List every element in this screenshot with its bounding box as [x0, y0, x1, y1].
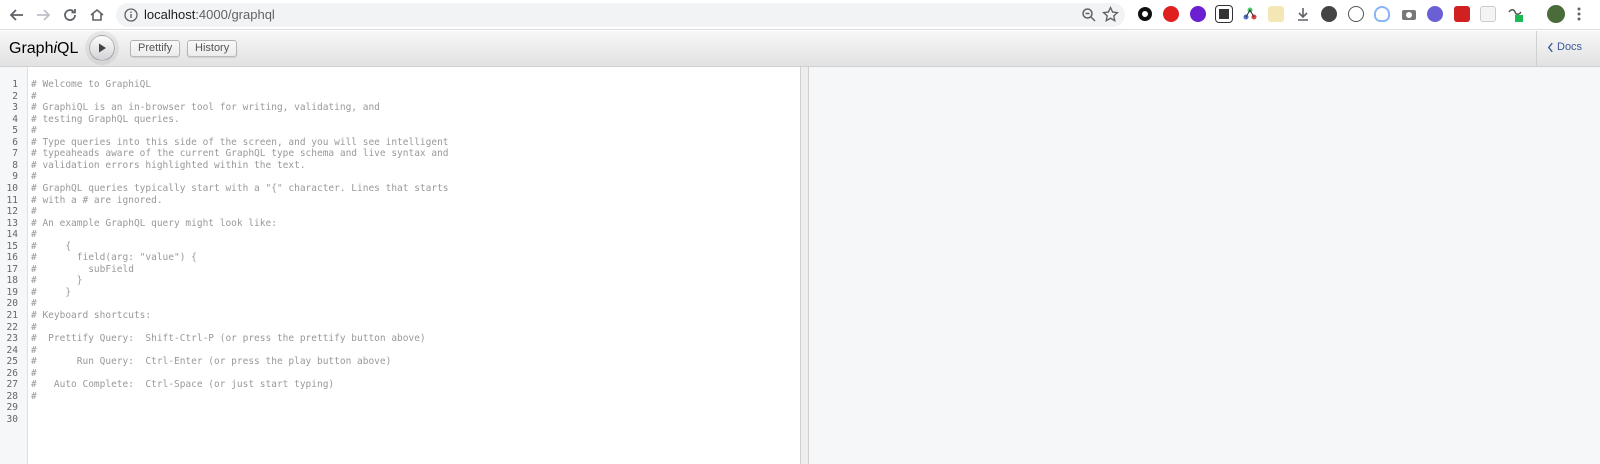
code-line[interactable]: # Run Query: Ctrl-Enter (or press the pl…: [31, 356, 391, 367]
line-number: 28: [6, 390, 18, 402]
code-line[interactable]: #: [31, 345, 37, 356]
line-number: 26: [6, 367, 18, 379]
back-arrow-icon[interactable]: [7, 5, 27, 25]
execute-query-button[interactable]: [89, 35, 115, 61]
line-number: 2: [12, 90, 18, 102]
github-icon[interactable]: [1137, 6, 1153, 22]
line-number: 27: [6, 379, 18, 391]
code-line[interactable]: #: [31, 391, 37, 402]
line-number: 20: [6, 298, 18, 310]
info-icon[interactable]: [124, 8, 138, 22]
code-line[interactable]: # GraphQL queries typically start with a…: [31, 183, 449, 194]
code-line[interactable]: # testing GraphQL queries.: [31, 114, 180, 125]
prettify-button[interactable]: Prettify: [130, 40, 181, 57]
line-number: 6: [12, 136, 18, 148]
download-icon[interactable]: [1295, 6, 1311, 22]
code-line[interactable]: # }: [31, 287, 71, 298]
purple-circle-icon[interactable]: [1190, 6, 1206, 22]
line-number: 18: [6, 275, 18, 287]
line-number: 30: [6, 413, 18, 425]
play-icon: [99, 43, 106, 53]
code-line[interactable]: # Welcome to GraphiQL: [31, 79, 151, 90]
history-button[interactable]: History: [187, 40, 238, 57]
code-line[interactable]: #: [31, 298, 37, 309]
code-line[interactable]: # GraphiQL is an in-browser tool for wri…: [31, 102, 380, 113]
code-line[interactable]: # with a # are ignored.: [31, 195, 163, 206]
code-line[interactable]: #: [31, 368, 37, 379]
red-shield-icon[interactable]: [1163, 6, 1179, 22]
browser-toolbar: localhost:4000/graphql: [0, 0, 1600, 30]
line-number: 19: [6, 286, 18, 298]
code-line[interactable]: # Auto Complete: Ctrl-Space (or just sta…: [31, 379, 334, 390]
r-badge-icon[interactable]: [1427, 6, 1443, 22]
graph-icon[interactable]: [1242, 6, 1258, 22]
line-number: 4: [12, 113, 18, 125]
url-text: localhost:4000/graphql: [144, 7, 275, 22]
code-line[interactable]: # validation errors highlighted within t…: [31, 160, 306, 171]
dark-circle-icon[interactable]: [1321, 6, 1337, 22]
code-line[interactable]: #: [31, 91, 37, 102]
docs-divider: [1536, 31, 1537, 66]
line-number: 24: [6, 344, 18, 356]
puzzle-icon[interactable]: [1268, 6, 1284, 22]
graphiql-topbar: GraphiQL Prettify History Docs: [0, 31, 1600, 67]
code-line[interactable]: #: [31, 125, 37, 136]
code-line[interactable]: #: [31, 171, 37, 182]
chevron-left-icon: [1547, 42, 1553, 52]
line-number: 1: [12, 79, 18, 90]
code-line[interactable]: # Type queries into this side of the scr…: [31, 137, 449, 148]
code-line[interactable]: #: [31, 229, 37, 240]
code-line[interactable]: # typeaheads aware of the current GraphQ…: [31, 148, 449, 159]
line-number: 5: [12, 125, 18, 137]
tex-icon[interactable]: [1480, 6, 1496, 22]
line-number: 8: [12, 159, 18, 171]
query-editor[interactable]: 1 2 3 4 5 6 7 8 9 10 11 12 13 14 15 16 17 18 19 20 21 22 23 24 2…: [0, 67, 800, 464]
bracket-icon[interactable]: [1348, 6, 1364, 22]
line-number: 22: [6, 321, 18, 333]
code-line[interactable]: # {: [31, 241, 71, 252]
qr-icon[interactable]: [1215, 5, 1233, 23]
line-number: 23: [6, 333, 18, 345]
forward-arrow-icon[interactable]: [33, 5, 53, 25]
link-badge-icon[interactable]: [1507, 6, 1523, 22]
code-line[interactable]: # field(arg: "value") {: [31, 252, 197, 263]
shield-outline-icon[interactable]: [1374, 6, 1390, 22]
line-number: 13: [6, 217, 18, 229]
line-number: 10: [6, 182, 18, 194]
line-number: 12: [6, 206, 18, 218]
code-line[interactable]: # Prettify Query: Shift-Ctrl-P (or press…: [31, 333, 426, 344]
line-number: 16: [6, 252, 18, 264]
bookmark-star-icon[interactable]: [1102, 6, 1119, 23]
profile-avatar[interactable]: [1547, 5, 1565, 23]
line-number: 7: [12, 148, 18, 160]
line-number: 14: [6, 229, 18, 241]
address-bar[interactable]: localhost:4000/graphql: [116, 3, 1125, 27]
line-number: 25: [6, 356, 18, 368]
line-number: 21: [6, 310, 18, 321]
line-number: 17: [6, 263, 18, 275]
zoom-icon[interactable]: [1081, 7, 1097, 23]
line-number: 29: [6, 402, 18, 414]
camera-icon[interactable]: [1401, 6, 1417, 22]
graphiql-title: GraphiQL: [9, 40, 79, 57]
docs-button[interactable]: Docs: [1547, 41, 1582, 53]
pane-resize-handle[interactable]: [800, 67, 809, 464]
line-number: 3: [12, 102, 18, 114]
code-line[interactable]: # }: [31, 275, 82, 286]
code-line[interactable]: # subField: [31, 264, 134, 275]
red-badge-icon[interactable]: [1454, 6, 1470, 22]
result-panel: [809, 67, 1600, 464]
code-line[interactable]: # An example GraphQL query might look li…: [31, 218, 277, 229]
menu-kebab-icon[interactable]: [1576, 6, 1582, 22]
code-line[interactable]: #: [31, 206, 37, 217]
line-number: 15: [6, 240, 18, 252]
code-line[interactable]: # Keyboard shortcuts:: [31, 310, 151, 321]
code-line[interactable]: #: [31, 322, 37, 333]
line-number-gutter: 1 2 3 4 5 6 7 8 9 10 11 12 13 14 15 16 17 18 19 20 21 22 23 24 2…: [0, 67, 28, 464]
home-icon[interactable]: [87, 5, 107, 25]
reload-icon[interactable]: [60, 5, 80, 25]
line-number: 9: [12, 171, 18, 183]
line-number: 11: [6, 194, 18, 206]
